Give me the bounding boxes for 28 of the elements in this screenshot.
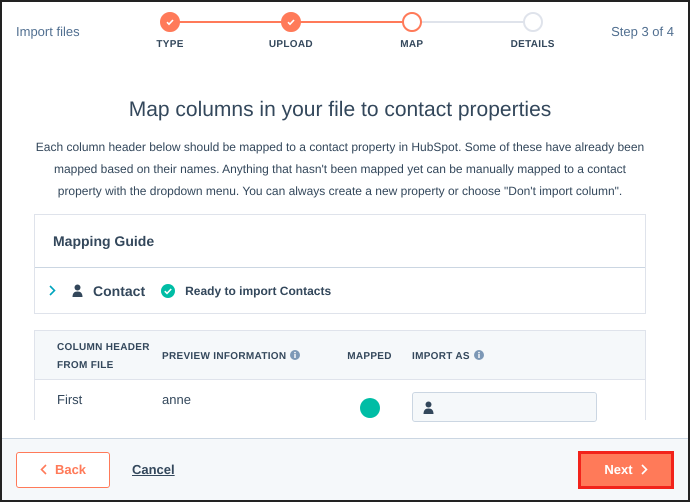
column-header: MAPPED (347, 351, 392, 362)
page-heading: Map columns in your file to contact properties (128, 98, 552, 122)
status-text: Ready to import Contacts (185, 284, 332, 298)
check-circle-icon (161, 284, 176, 298)
chevron-right-icon[interactable] (49, 282, 56, 298)
chevron-right-icon (640, 464, 648, 475)
step-label: DETAILS (510, 39, 555, 50)
step-counter: Step 3 of 4 (611, 24, 674, 39)
back-button[interactable]: Back (16, 452, 110, 488)
description: Each column header below should be mapped to a contact property in HubSpot. Some of these have already been mapped based on their names. Anything that hasn't been mapped yet can be manually mapped to a contact property with the dropdown menu. You can always create a new property or choose "Don't import column". (34, 139, 646, 200)
column-header: IMPORT AS (412, 351, 470, 362)
column-header: COLUMN HEADER FROM FILE (57, 342, 150, 371)
step-label: MAP (400, 39, 424, 50)
check-icon (165, 17, 176, 27)
person-icon (72, 284, 83, 297)
check-icon (286, 17, 296, 27)
table-cell-text: anne (162, 392, 192, 407)
column-header: PREVIEW INFORMATION (162, 351, 286, 362)
table-cell-text: First (57, 392, 84, 407)
card-title: Mapping Guide (35, 215, 645, 268)
next-button[interactable]: Next (578, 450, 674, 488)
page-title: Import files (16, 24, 80, 39)
step-label: TYPE (156, 39, 184, 50)
object-name: Contact (93, 282, 146, 298)
chevron-left-icon (40, 464, 47, 475)
person-icon (423, 400, 434, 414)
step-label: UPLOAD (268, 39, 313, 50)
cancel-link[interactable]: Cancel (132, 462, 175, 477)
